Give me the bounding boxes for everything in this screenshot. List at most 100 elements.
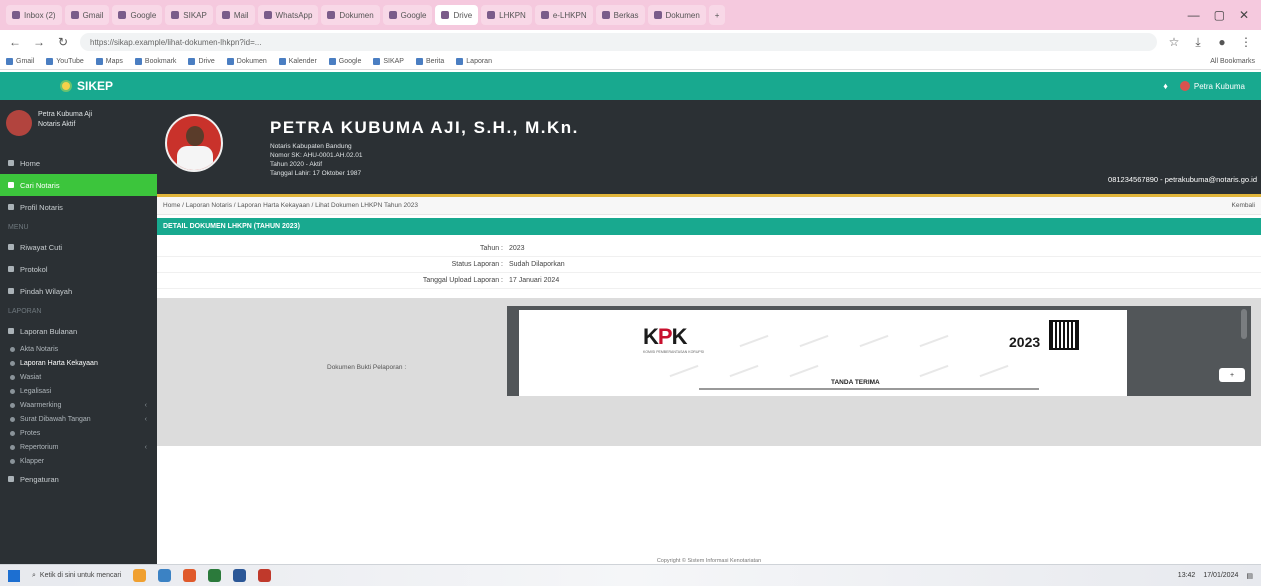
browser-tab[interactable]: Google	[382, 5, 433, 25]
pdf-zoom-button[interactable]: +	[1219, 368, 1245, 382]
app-header: SIKEP ♦ Petra Kubuma	[0, 72, 1261, 100]
maximize-icon[interactable]: ▢	[1214, 8, 1225, 22]
all-bookmarks[interactable]: All Bookmarks	[1210, 58, 1255, 65]
sidebar-subitem-icon	[10, 430, 15, 436]
browser-tab[interactable]: Google	[112, 5, 163, 25]
window-controls: — ▢ ✕	[1188, 8, 1255, 22]
bookmark-item[interactable]: Drive	[188, 58, 215, 65]
taskbar-search[interactable]: ⌕ Ketik di sini untuk mencari	[32, 572, 121, 580]
tab-favicon-icon	[70, 11, 79, 19]
bookmark-label: Laporan	[466, 58, 492, 65]
browser-tab[interactable]: Dokumen	[321, 5, 380, 25]
url-input[interactable]: https://sikap.example/lihat-dokumen-lhkp…	[80, 33, 1157, 51]
pdf-scrollbar[interactable]	[1241, 309, 1247, 339]
sidebar-subitem-label: Protes	[20, 429, 41, 437]
pdf-app-icon[interactable]	[258, 569, 272, 582]
sidebar-item-pengaturan[interactable]: Pengaturan	[0, 468, 157, 490]
sidebar-subitem[interactable]: Klapper	[0, 454, 157, 468]
sidebar-subitem[interactable]: Wasiat	[0, 370, 157, 384]
pdf-viewer[interactable]: KPK KOMISI PEMBERANTASAN KORUPSI 2023 TA…	[507, 306, 1251, 396]
file-explorer-icon[interactable]	[133, 569, 147, 582]
user-menu[interactable]: Petra Kubuma	[1179, 81, 1245, 91]
bookmark-item[interactable]: Gmail	[6, 58, 34, 65]
tab-label: e-LHKPN	[552, 10, 587, 20]
bookmark-icon	[415, 58, 423, 65]
browser-tab[interactable]: Mail	[215, 5, 255, 25]
bookmark-label: Kalender	[288, 58, 317, 65]
bookmark-item[interactable]: Google	[328, 58, 361, 65]
forward-arrow-icon[interactable]: →	[32, 35, 46, 49]
app-logo[interactable]: SIKEP	[60, 79, 113, 93]
sidebar-item[interactable]: Protokol	[0, 258, 157, 280]
browser-tab-bar: Inbox (2) Gmail Google SIKAP Mail WhatsApp Dok…	[0, 0, 1261, 30]
sidebar-subitem[interactable]: Protes	[0, 426, 157, 440]
sidebar-item[interactable]: Riwayat Cuti	[0, 236, 157, 258]
breadcrumb-path[interactable]: Home / Laporan Notaris / Laporan Harta K…	[163, 202, 418, 209]
tab-favicon-icon	[263, 11, 272, 19]
sidebar-item-label: Pengaturan	[20, 474, 59, 484]
reload-icon[interactable]: ↻	[56, 35, 70, 49]
chrome-icon[interactable]	[208, 569, 222, 582]
browser-tab[interactable]: SIKAP	[165, 5, 213, 25]
tab-label: LHKPN	[499, 10, 526, 20]
minimize-icon[interactable]: —	[1188, 8, 1200, 22]
bookmark-item[interactable]: Dokumen	[226, 58, 267, 65]
sidebar-subitem[interactable]: Akta Notaris	[0, 342, 157, 356]
document-year: 2023	[1009, 334, 1041, 350]
browser-tab[interactable]: Inbox (2)	[6, 5, 62, 25]
notification-icon[interactable]: ♦	[1163, 81, 1168, 91]
sidebar-item[interactable]: Pindah Wilayah	[0, 280, 157, 302]
browser-tab[interactable]: WhatsApp	[257, 5, 319, 25]
sidebar-subitem[interactable]: Surat Dibawah Tangan ‹	[0, 412, 157, 426]
windows-start-icon[interactable]	[8, 569, 20, 582]
tab-label: Google	[130, 10, 157, 20]
sidebar-item-label: Pindah Wilayah	[20, 286, 73, 296]
browser-tab[interactable]: Gmail	[64, 5, 110, 25]
bookmark-item[interactable]: Bookmark	[134, 58, 177, 65]
menu-icon[interactable]: ⋮	[1239, 35, 1253, 49]
profile-details: Notaris Kabupaten Bandung Nomor SK: AHU-0…	[270, 142, 363, 178]
sidebar-item[interactable]: Laporan Bulanan	[0, 320, 157, 342]
sidebar-subitem[interactable]: Legalisasi	[0, 384, 157, 398]
sidebar-item[interactable]: Cari Notaris	[0, 174, 157, 196]
sidebar-subitem-icon	[10, 416, 15, 422]
clock-date[interactable]: 17/01/2024	[1203, 572, 1238, 579]
bookmark-item[interactable]: SIKAP	[373, 58, 404, 65]
sidebar-subitem[interactable]: Laporan Harta Kekayaan	[0, 356, 157, 370]
star-icon[interactable]: ☆	[1167, 35, 1181, 49]
bookmark-item[interactable]: Laporan	[456, 58, 492, 65]
bookmark-item[interactable]: Maps	[95, 58, 123, 65]
back-link[interactable]: Kembali	[1232, 202, 1255, 209]
browser-tab[interactable]: e-LHKPN	[534, 5, 593, 25]
browser-tab[interactable]: LHKPN	[481, 5, 532, 25]
back-arrow-icon[interactable]: ←	[8, 35, 22, 49]
bookmark-item[interactable]: Kalender	[278, 58, 317, 65]
sidebar-subitem[interactable]: Repertorium ‹	[0, 440, 157, 454]
browser-tab[interactable]: Dokumen	[647, 5, 706, 25]
word-icon[interactable]	[233, 569, 247, 582]
bookmark-item[interactable]: YouTube	[46, 58, 84, 65]
notification-center-icon[interactable]: ▤	[1246, 572, 1253, 580]
new-tab-button[interactable]: +	[708, 5, 726, 25]
sidebar-section-menu: MENU	[8, 223, 29, 231]
sidebar-item-icon	[8, 244, 14, 250]
sidebar-subitem[interactable]: Waarmerking ‹	[0, 398, 157, 412]
browser-tab[interactable]: Drive	[435, 5, 479, 25]
browser-tab[interactable]: Berkas	[595, 5, 645, 25]
sidebar-user-panel: Petra Kubuma Aji Notaris Aktif	[0, 100, 157, 152]
edge-icon[interactable]	[158, 569, 172, 582]
sidebar-item[interactable]: Profil Notaris	[0, 196, 157, 218]
sidebar-item-icon	[8, 182, 14, 188]
tab-label: Drive	[453, 10, 473, 20]
profile-icon[interactable]: ●	[1215, 35, 1229, 49]
bookmark-item[interactable]: Berita	[415, 58, 444, 65]
clock-time[interactable]: 13:42	[1178, 572, 1196, 579]
tab-label: Google	[400, 10, 427, 20]
close-icon[interactable]: ✕	[1239, 8, 1249, 22]
panel-title: DETAIL DOKUMEN LHKPN (TAHUN 2023)	[157, 218, 1261, 235]
sidebar-item-label: Cari Notaris	[20, 180, 60, 190]
download-icon[interactable]: ⤓	[1191, 35, 1205, 50]
office-icon[interactable]	[183, 569, 197, 582]
sidebar-item[interactable]: Home	[0, 152, 157, 174]
bookmark-label: Bookmark	[144, 58, 177, 65]
